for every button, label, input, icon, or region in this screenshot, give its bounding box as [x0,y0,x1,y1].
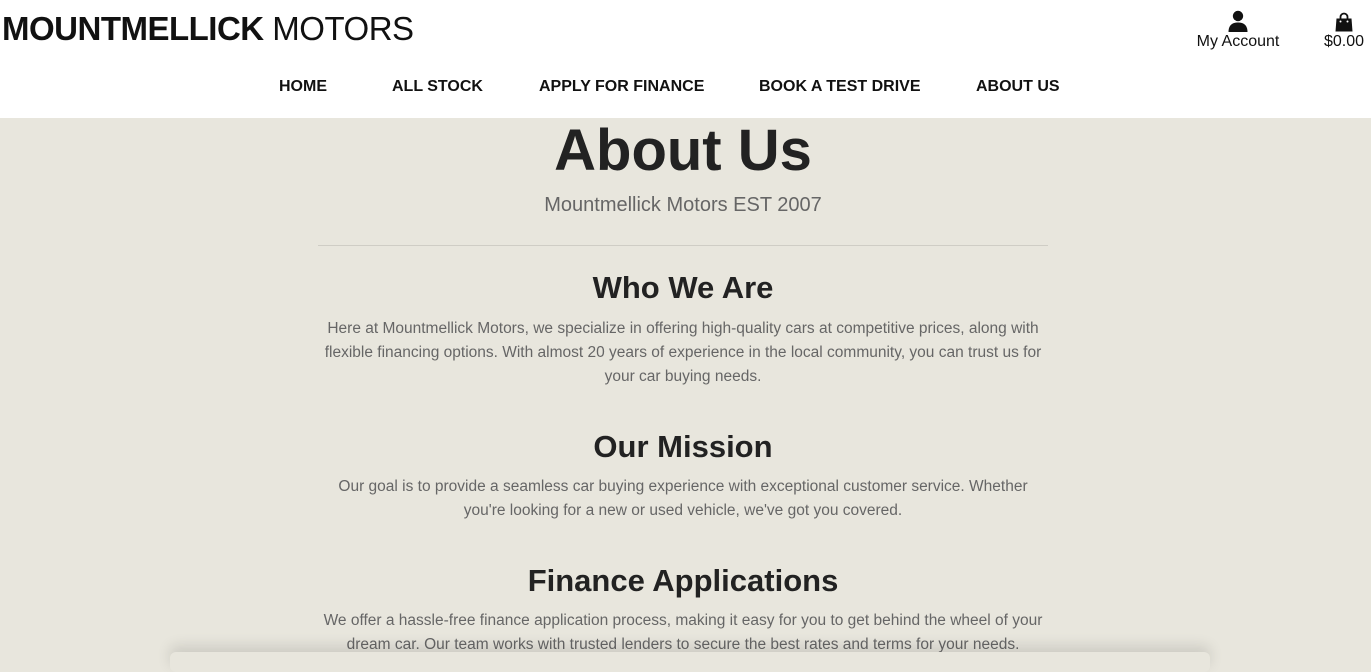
section-heading-who-we-are: Who We Are [592,270,774,305]
footer-card-edge [170,652,1210,672]
page-title: About Us [554,118,812,183]
brand-name-bold: MOUNTMELLICK [2,10,264,47]
nav-home[interactable]: HOME [279,78,327,96]
section-text-finance-applications: We offer a hassle-free finance applicati… [323,612,1043,653]
brand-name-light: MOTORS [263,10,414,47]
site-header: MOUNTMELLICK MOTORS My Account $0.00 HOM… [0,0,1371,118]
site-logo[interactable]: MOUNTMELLICK MOTORS [2,10,414,48]
my-account-label: My Account [1196,33,1280,50]
section-heading-our-mission: Our Mission [593,429,773,464]
section-text-who-we-are: Here at Mountmellick Motors, we speciali… [324,320,1042,385]
shopping-bag-link[interactable]: $0.00 [1318,8,1370,51]
divider [318,245,1048,246]
section-text-our-mission: Our goal is to provide a seamless car bu… [338,478,1028,519]
nav-about-us[interactable]: ABOUT US [976,78,1060,96]
section-heading-finance-applications: Finance Applications [527,563,839,598]
main-navigation: HOME ALL STOCK APPLY FOR FINANCE BOOK A … [0,78,1371,102]
user-icon [1228,10,1248,32]
page-subtitle: Mountmellick Motors EST 2007 [544,194,822,216]
nav-apply-for-finance[interactable]: APPLY FOR FINANCE [539,78,704,96]
bag-total: $0.00 [1323,33,1365,50]
nav-book-test-drive[interactable]: BOOK A TEST DRIVE [759,78,921,96]
shopping-bag-icon [1335,12,1353,32]
nav-all-stock[interactable]: ALL STOCK [392,78,483,96]
my-account-link[interactable]: My Account [1186,8,1290,51]
